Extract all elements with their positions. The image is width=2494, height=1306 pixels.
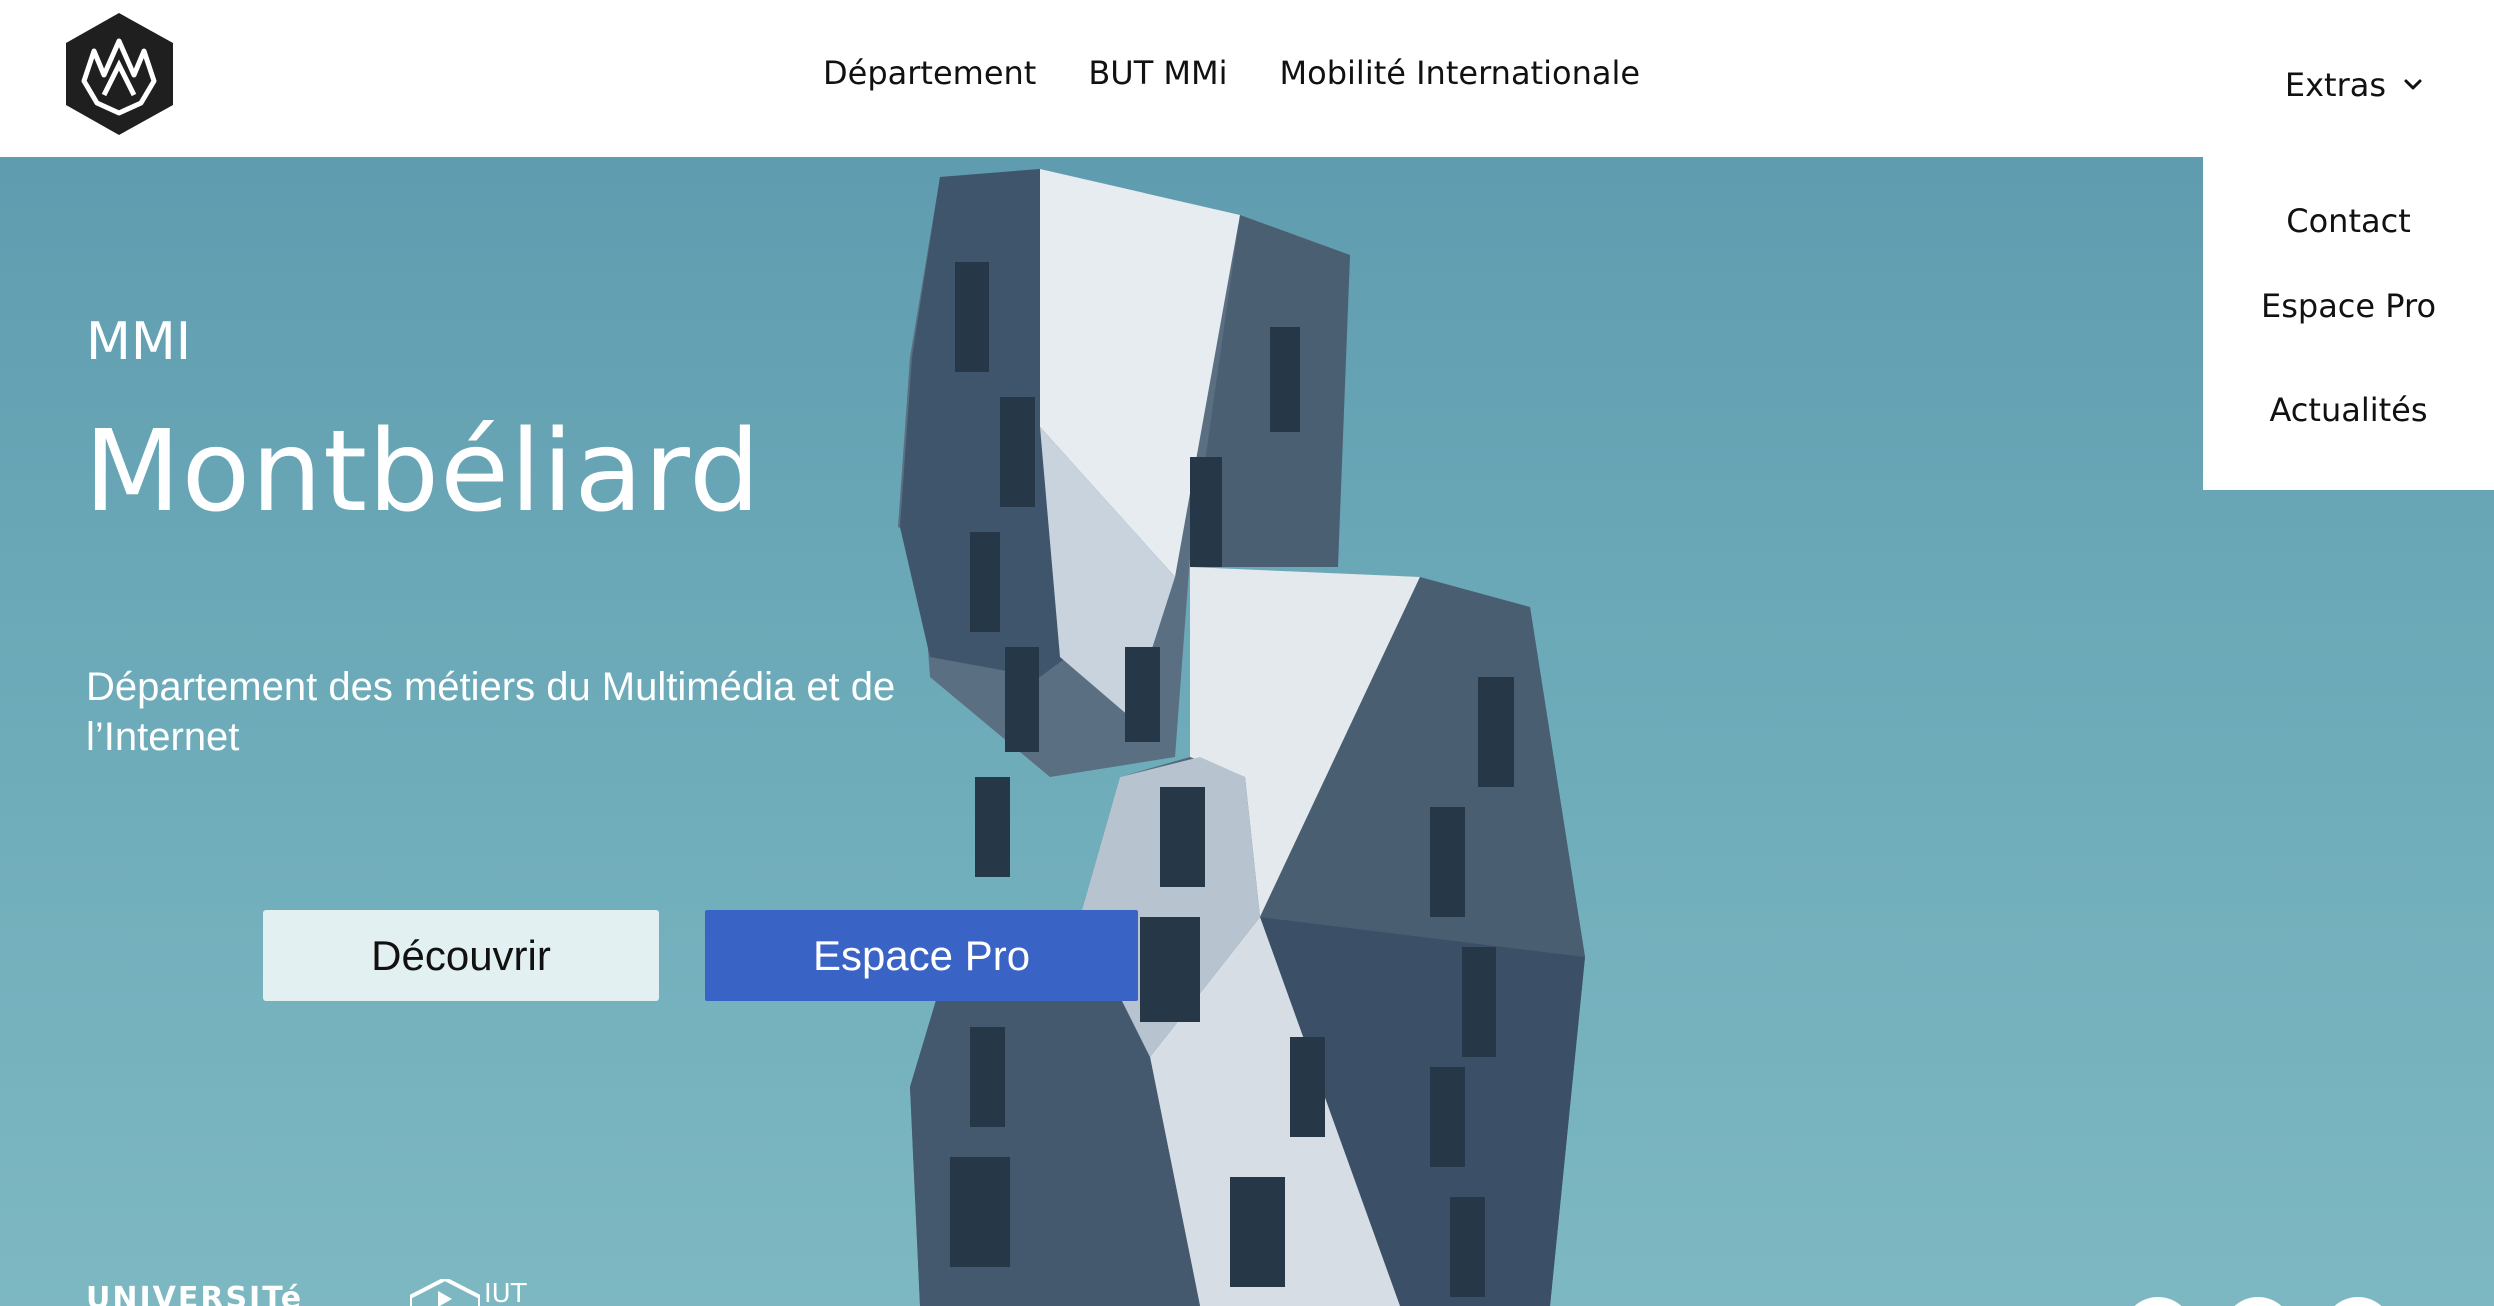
nav-but-mmi[interactable]: BUT MMi <box>1088 54 1227 92</box>
extras-menu-toggle[interactable]: Extras <box>2285 66 2426 104</box>
dropdown-item-espace-pro[interactable]: Espace Pro <box>2203 287 2494 325</box>
extras-label: Extras <box>2284 66 2386 104</box>
universite-logo[interactable]: UNIVERSITé <box>86 1281 303 1306</box>
nav-mobilite-internationale[interactable]: Mobilité Internationale <box>1280 54 1641 92</box>
dropdown-item-actualites[interactable]: Actualités <box>2203 391 2494 429</box>
dropdown-item-contact[interactable]: Contact <box>2203 202 2494 240</box>
partner-logos: UNIVERSITé IUT <box>86 1279 546 1306</box>
discover-button[interactable]: Découvrir <box>263 910 659 1001</box>
site-header: Département BUT MMi Mobilité Internation… <box>0 0 2494 157</box>
nav-departement[interactable]: Département <box>823 54 1036 92</box>
hero-title: Montbéliard <box>84 407 762 537</box>
main-nav: Département BUT MMi Mobilité Internation… <box>823 54 1640 92</box>
extras-dropdown: Contact Espace Pro Actualités <box>2203 157 2494 490</box>
hero-subtitle: Département des métiers du Multimédia et… <box>86 665 896 759</box>
chevron-down-icon <box>2404 79 2422 90</box>
iut-logo-icon <box>410 1279 480 1306</box>
espace-pro-button[interactable]: Espace Pro <box>705 910 1138 1001</box>
hero-eyebrow: MMI <box>86 312 192 372</box>
iut-logo[interactable]: IUT <box>484 1279 527 1306</box>
hero-section: MMI Montbéliard Département des métiers … <box>0 157 2494 1306</box>
mmi-logo[interactable] <box>66 13 173 135</box>
